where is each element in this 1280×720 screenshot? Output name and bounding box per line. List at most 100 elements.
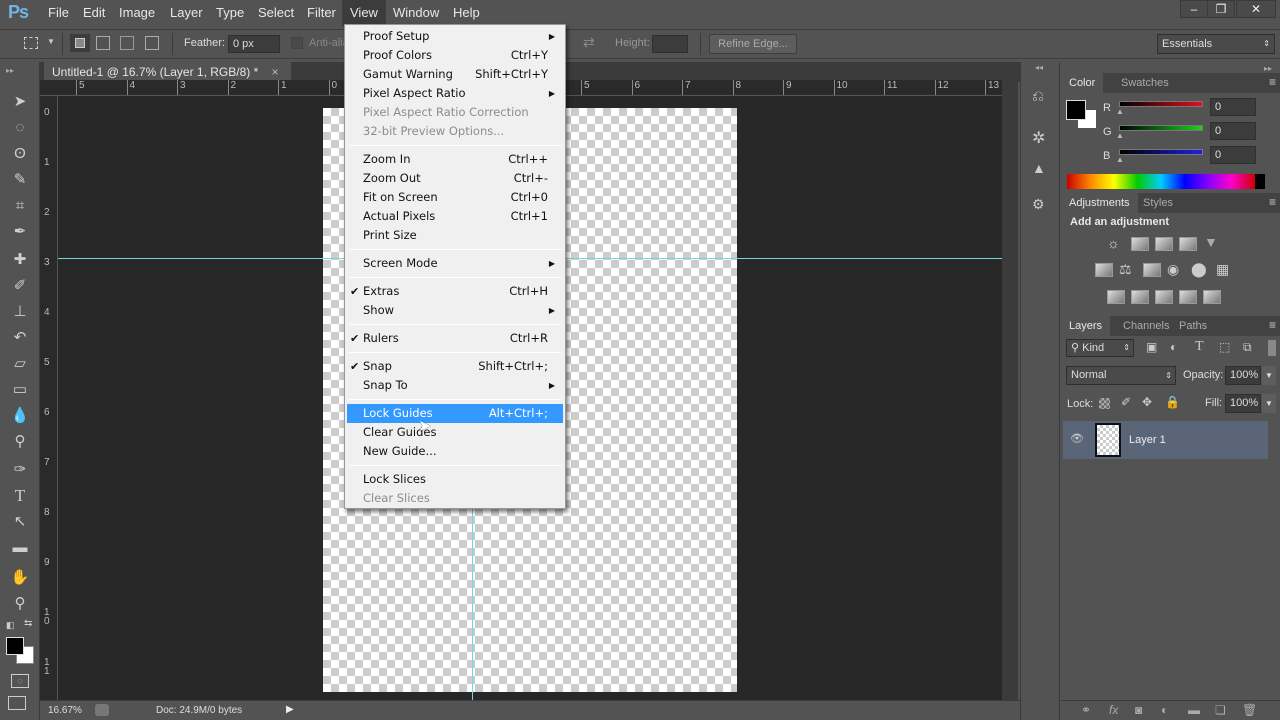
- menu-select[interactable]: Select: [250, 0, 302, 26]
- vertical-scrollbar[interactable]: [1002, 80, 1018, 700]
- selective-color-icon[interactable]: [1179, 290, 1197, 304]
- blend-mode-select[interactable]: Normal ⇕: [1066, 366, 1176, 385]
- menu-image[interactable]: Image: [111, 0, 163, 26]
- filter-smart-object-icon[interactable]: ⧉: [1243, 340, 1252, 355]
- foreground-color-swatch[interactable]: [6, 637, 24, 655]
- channel-slider[interactable]: [1119, 125, 1203, 131]
- color-spectrum-bar[interactable]: [1067, 174, 1265, 189]
- channel-slider[interactable]: [1119, 101, 1203, 107]
- screen-mode-icon[interactable]: [8, 696, 26, 710]
- quick-mask-icon[interactable]: ◌: [11, 674, 29, 688]
- menu-item-clear-guides[interactable]: Clear Guides: [347, 423, 563, 442]
- collapse-icon[interactable]: ◂◂: [1035, 63, 1043, 72]
- curves-icon[interactable]: [1155, 237, 1173, 251]
- height-input[interactable]: [652, 35, 688, 53]
- color-lookup-icon[interactable]: ▦: [1216, 261, 1229, 278]
- threshold-icon[interactable]: [1155, 290, 1173, 304]
- channel-value-input[interactable]: 0: [1210, 146, 1256, 164]
- exposure-icon[interactable]: [1179, 237, 1197, 251]
- default-colors-icon[interactable]: ◧: [6, 620, 15, 631]
- fx-icon[interactable]: fx: [1109, 703, 1118, 717]
- menu-item-actual-pixels[interactable]: Actual Pixels Ctrl+1: [347, 207, 563, 226]
- lock-all-icon[interactable]: 🔒: [1165, 395, 1180, 409]
- history-panel-icon[interactable]: ⎌: [1032, 88, 1044, 105]
- zoom-level[interactable]: 16.67%: [48, 705, 82, 716]
- menu-item-fit-on-screen[interactable]: Fit on Screen Ctrl+0: [347, 188, 563, 207]
- marquee-tool-preset-icon[interactable]: [24, 37, 38, 49]
- panel-menu-icon[interactable]: ≡: [1269, 318, 1276, 332]
- menu-item-gamut-warning[interactable]: Gamut Warning Shift+Ctrl+Y: [347, 65, 563, 84]
- collapse-icon[interactable]: ▸▸: [6, 66, 14, 75]
- opacity-dropdown-icon[interactable]: ▼: [1262, 366, 1276, 385]
- tab-swatches[interactable]: Swatches: [1113, 73, 1177, 93]
- panel-menu-icon[interactable]: ≡: [1269, 195, 1276, 209]
- anti-alias-checkbox[interactable]: [291, 37, 303, 49]
- invert-icon[interactable]: [1107, 290, 1125, 304]
- pen-tool-icon[interactable]: ✑: [6, 458, 34, 482]
- channel-value-input[interactable]: 0: [1210, 98, 1256, 116]
- slider-handle-icon[interactable]: ▲: [1116, 107, 1124, 116]
- link-icon[interactable]: ⚭: [1081, 703, 1091, 717]
- lock-position-icon[interactable]: ✥: [1142, 395, 1152, 409]
- menu-layer[interactable]: Layer: [162, 0, 211, 26]
- channel-slider[interactable]: [1119, 149, 1203, 155]
- tab-layers[interactable]: Layers: [1061, 316, 1111, 336]
- channel-value-input[interactable]: 0: [1210, 122, 1256, 140]
- intersect-selection-button[interactable]: [145, 36, 159, 50]
- filter-adjustment-icon[interactable]: ◐: [1170, 340, 1177, 354]
- menu-filter[interactable]: Filter: [299, 0, 344, 26]
- menu-item-screen-mode[interactable]: Screen Mode ▶: [347, 254, 563, 273]
- minimize-button[interactable]: –: [1180, 0, 1208, 18]
- posterize-icon[interactable]: [1131, 290, 1149, 304]
- properties-panel-icon[interactable]: ⚙: [1032, 196, 1045, 213]
- menu-item-print-size[interactable]: Print Size: [347, 226, 563, 245]
- menu-help[interactable]: Help: [445, 0, 488, 26]
- rectangle-tool-icon[interactable]: ▬: [6, 536, 34, 560]
- lock-transparent-icon[interactable]: [1099, 398, 1110, 409]
- dodge-tool-icon[interactable]: ⚲: [6, 430, 34, 454]
- restore-button[interactable]: ❐: [1207, 0, 1235, 18]
- eraser-tool-icon[interactable]: ▱: [6, 352, 34, 376]
- type-tool-icon[interactable]: T: [6, 484, 34, 508]
- tab-color[interactable]: Color: [1061, 73, 1104, 93]
- lock-image-icon[interactable]: ✐: [1121, 395, 1131, 409]
- path-selection-tool-icon[interactable]: ↖: [6, 510, 34, 534]
- adjustment-icon[interactable]: ◐: [1161, 703, 1168, 717]
- menu-item-rulers[interactable]: ✔ Rulers Ctrl+R: [347, 329, 563, 348]
- menu-item-zoom-in[interactable]: Zoom In Ctrl++: [347, 150, 563, 169]
- menu-item-extras[interactable]: ✔ Extras Ctrl+H: [347, 282, 563, 301]
- vibrance-icon[interactable]: ▼: [1204, 234, 1218, 250]
- quick-selection-tool-icon[interactable]: ✎: [6, 168, 34, 192]
- filter-pixel-icon[interactable]: ▣: [1146, 340, 1157, 354]
- gradient-tool-icon[interactable]: ▭: [6, 378, 34, 402]
- menu-item-snap[interactable]: ✔ Snap Shift+Ctrl+;: [347, 357, 563, 376]
- hue-saturation-icon[interactable]: [1095, 263, 1113, 277]
- tab-channels[interactable]: Channels: [1115, 316, 1177, 336]
- visibility-eye-icon[interactable]: 👁: [1070, 432, 1084, 445]
- gradient-map-icon[interactable]: [1203, 290, 1221, 304]
- tab-paths[interactable]: Paths: [1171, 316, 1215, 336]
- menu-file[interactable]: File: [40, 0, 77, 26]
- menu-type[interactable]: Type: [208, 0, 252, 26]
- channel-mixer-icon[interactable]: ⬤: [1191, 261, 1207, 278]
- layer-name[interactable]: Layer 1: [1129, 434, 1166, 446]
- black-white-icon[interactable]: [1143, 263, 1161, 277]
- folder-icon[interactable]: ▬: [1188, 703, 1200, 717]
- color-balance-icon[interactable]: ⚖: [1119, 261, 1132, 278]
- clone-stamp-tool-icon[interactable]: ⊥: [6, 300, 34, 324]
- status-info-icon[interactable]: [95, 704, 109, 716]
- mask-icon[interactable]: ◙: [1135, 703, 1142, 717]
- menu-item-proof-colors[interactable]: Proof Colors Ctrl+Y: [347, 46, 563, 65]
- new-selection-button[interactable]: [70, 34, 90, 52]
- brush-tool-icon[interactable]: ✐: [6, 274, 34, 298]
- move-tool-icon[interactable]: ➤: [6, 90, 34, 114]
- blur-tool-icon[interactable]: 💧: [6, 404, 34, 428]
- lasso-tool-icon[interactable]: ʘ: [6, 142, 34, 166]
- filter-toggle[interactable]: [1268, 340, 1276, 356]
- status-menu-arrow-icon[interactable]: ▶: [286, 704, 294, 715]
- hand-tool-icon[interactable]: ✋: [6, 566, 34, 590]
- menu-item-zoom-out[interactable]: Zoom Out Ctrl+-: [347, 169, 563, 188]
- menu-item-snap-to[interactable]: Snap To ▶: [347, 376, 563, 395]
- history-brush-tool-icon[interactable]: ↶: [6, 326, 34, 350]
- menu-item-lock-guides[interactable]: Lock Guides Alt+Ctrl+;: [347, 404, 563, 423]
